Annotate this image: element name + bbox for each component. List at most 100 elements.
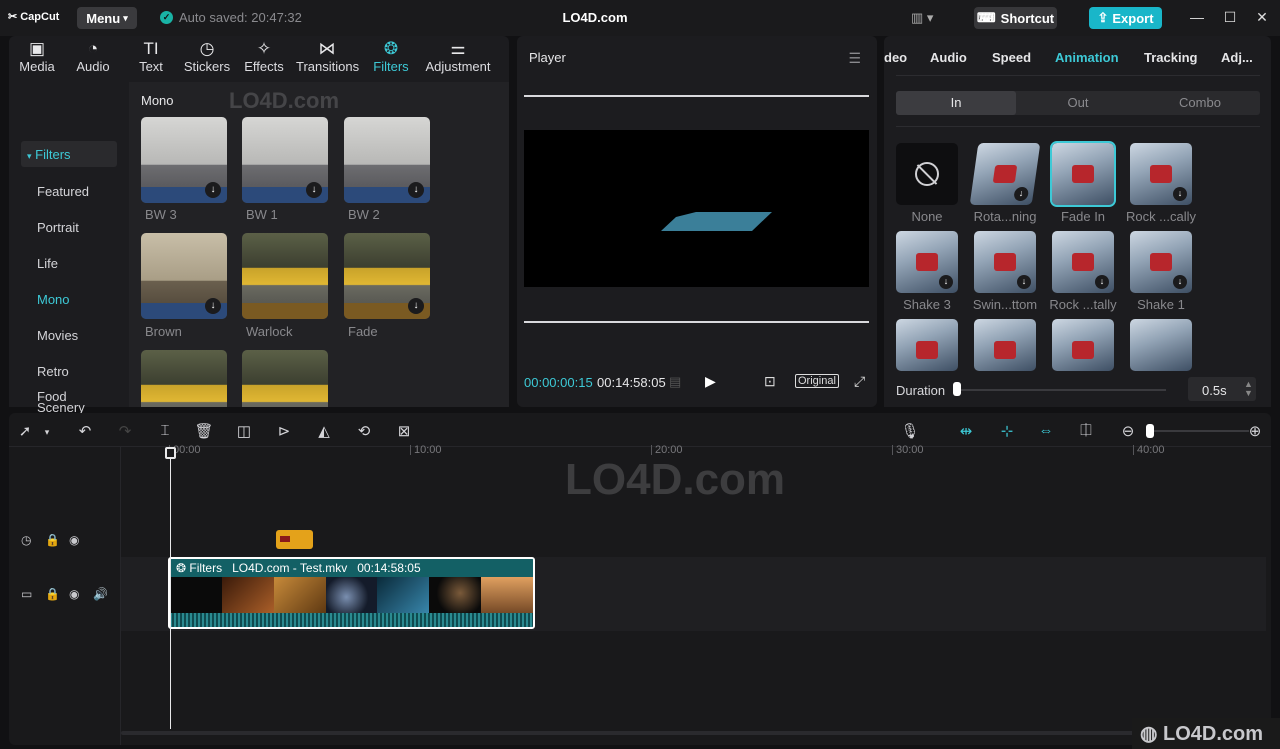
horizontal-scrollbar[interactable] xyxy=(121,731,1266,735)
rotate-icon[interactable]: ⟲ xyxy=(354,422,374,440)
hamburger-icon[interactable]: ☰ xyxy=(848,50,861,67)
video-preview[interactable] xyxy=(524,130,869,287)
close-icon[interactable]: ✕ xyxy=(1252,9,1272,26)
category-retro[interactable]: Retro xyxy=(37,364,69,379)
eye-icon[interactable]: ◉ xyxy=(69,587,79,601)
eye-icon[interactable]: ◉ xyxy=(69,533,79,547)
zoom-slider-handle[interactable] xyxy=(1146,424,1154,438)
anim-shake-1[interactable]: ↓ xyxy=(1130,231,1192,293)
ratio-button[interactable]: Original xyxy=(795,374,839,388)
snapshot-icon[interactable]: ⊡ xyxy=(764,373,776,390)
anim-none[interactable] xyxy=(896,143,958,205)
category-featured[interactable]: Featured xyxy=(37,184,89,199)
filters-header[interactable]: ▾ Filters xyxy=(21,141,117,167)
freeze-icon[interactable]: ◫ xyxy=(234,422,254,440)
preview-axis-icon[interactable]: ⎅ xyxy=(1076,422,1096,439)
auto-snap-icon[interactable]: ⊹ xyxy=(997,422,1017,440)
volume-icon[interactable]: 🔊 xyxy=(93,587,108,601)
tab-media[interactable]: ▣ Media xyxy=(17,39,57,74)
chevron-down-icon[interactable]: ▾ xyxy=(37,427,57,438)
zoom-in-icon[interactable]: ⊕ xyxy=(1245,422,1265,440)
tab-animation[interactable]: Animation xyxy=(1055,50,1119,65)
redo-icon[interactable]: ↷ xyxy=(115,422,135,440)
shortcut-button[interactable]: ⌨ Shortcut xyxy=(974,7,1057,29)
tab-video[interactable]: deo xyxy=(884,50,907,65)
category-food[interactable]: Food xyxy=(37,389,67,404)
filter-thumb-bw3[interactable]: ↓ xyxy=(141,117,227,203)
download-icon[interactable]: ↓ xyxy=(1017,275,1031,289)
category-life[interactable]: Life xyxy=(37,256,58,271)
tab-filters[interactable]: ❂ Filters xyxy=(371,39,411,74)
segment-in[interactable]: In xyxy=(896,91,1016,115)
download-icon[interactable]: ↓ xyxy=(408,182,424,198)
download-icon[interactable]: ↓ xyxy=(939,275,953,289)
category-portrait[interactable]: Portrait xyxy=(37,220,79,235)
tab-stickers[interactable]: ◷ Stickers xyxy=(183,39,231,74)
lock-icon[interactable]: 🔒 xyxy=(45,587,60,601)
zoom-slider-track[interactable] xyxy=(1149,430,1249,432)
anim-rock-vertically[interactable]: ↓ xyxy=(1130,143,1192,205)
anim-rotate[interactable]: ↓ xyxy=(969,143,1041,205)
layout-icon[interactable]: ▥ ▾ xyxy=(911,10,933,26)
export-button[interactable]: ⇪ Export xyxy=(1089,7,1162,29)
anim-swing-bottom[interactable]: ↓ xyxy=(974,231,1036,293)
reverse-icon[interactable]: ⊳ xyxy=(274,422,294,440)
anim-item[interactable] xyxy=(1130,319,1192,371)
tab-adjustment[interactable]: ⚌ Adjustment xyxy=(423,39,493,74)
tab-text[interactable]: TI Text xyxy=(131,39,171,74)
lock-icon[interactable]: 🔒 xyxy=(45,533,60,547)
video-track-icon[interactable]: ▭ xyxy=(21,587,32,601)
filter-thumb[interactable] xyxy=(141,350,227,407)
timer-icon[interactable]: ◷ xyxy=(21,533,31,547)
tab-tracking[interactable]: Tracking xyxy=(1144,50,1197,65)
split-icon[interactable]: ⌶ xyxy=(155,422,175,439)
duration-slider-track[interactable] xyxy=(954,389,1166,391)
tab-audio[interactable]: ◔ Audio xyxy=(73,39,113,74)
download-icon[interactable]: ↓ xyxy=(1095,275,1109,289)
playhead-handle[interactable] xyxy=(165,447,176,459)
anim-rock-horizontally[interactable]: ↓ xyxy=(1052,231,1114,293)
microphone-icon[interactable]: 🎙 xyxy=(900,422,920,440)
select-tool-icon[interactable]: ➚ xyxy=(15,422,35,440)
tab-effects[interactable]: ✧ Effects xyxy=(241,39,287,74)
filter-thumb[interactable] xyxy=(242,350,328,407)
minimize-icon[interactable]: — xyxy=(1187,9,1207,25)
download-icon[interactable]: ↓ xyxy=(1173,187,1187,201)
anim-shake-3[interactable]: ↓ xyxy=(896,231,958,293)
download-icon[interactable]: ↓ xyxy=(1013,187,1030,201)
category-movies[interactable]: Movies xyxy=(37,328,78,343)
maximize-icon[interactable]: ☐ xyxy=(1220,9,1240,26)
tab-audio-props[interactable]: Audio xyxy=(930,50,967,65)
download-icon[interactable]: ↓ xyxy=(205,298,221,314)
filter-thumb-bw1[interactable]: ↓ xyxy=(242,117,328,203)
crop-icon[interactable]: ⊠ xyxy=(394,422,414,440)
download-icon[interactable]: ↓ xyxy=(205,182,221,198)
stepper-icon[interactable]: ▲ ▼ xyxy=(1244,380,1253,398)
anim-item[interactable] xyxy=(896,319,958,371)
category-mono[interactable]: Mono xyxy=(37,292,70,307)
delete-icon[interactable]: 🗑 xyxy=(194,422,214,440)
filter-thumb-fade[interactable]: ↓ xyxy=(344,233,430,319)
main-track-magnet-icon[interactable]: ⇹ xyxy=(956,422,976,440)
filter-thumb-warlock[interactable] xyxy=(242,233,328,319)
linkage-icon[interactable]: ⇔ xyxy=(1036,422,1056,439)
duration-slider-handle[interactable] xyxy=(953,382,961,396)
video-clip[interactable]: ❂ Filters LO4D.com - Test.mkv 00:14:58:0… xyxy=(168,557,535,629)
tab-adjust[interactable]: Adj... xyxy=(1221,50,1253,65)
zoom-out-icon[interactable]: ⊖ xyxy=(1118,422,1138,440)
segment-combo[interactable]: Combo xyxy=(1140,91,1260,115)
filter-marker[interactable] xyxy=(276,530,313,549)
fullscreen-icon[interactable]: ⤢ xyxy=(854,373,865,390)
download-icon[interactable]: ↓ xyxy=(306,182,322,198)
filter-thumb-brown[interactable]: ↓ xyxy=(141,233,227,319)
play-icon[interactable]: ▶ xyxy=(705,373,716,390)
tab-speed[interactable]: Speed xyxy=(992,50,1031,65)
anim-item[interactable] xyxy=(1052,319,1114,371)
undo-icon[interactable]: ↶ xyxy=(75,422,95,440)
mirror-icon[interactable]: ◭ xyxy=(314,422,334,440)
segment-out[interactable]: Out xyxy=(1018,91,1138,115)
playhead[interactable] xyxy=(170,447,171,729)
filter-thumb-bw2[interactable]: ↓ xyxy=(344,117,430,203)
anim-fade-in[interactable] xyxy=(1050,141,1116,207)
download-icon[interactable]: ↓ xyxy=(1173,275,1187,289)
